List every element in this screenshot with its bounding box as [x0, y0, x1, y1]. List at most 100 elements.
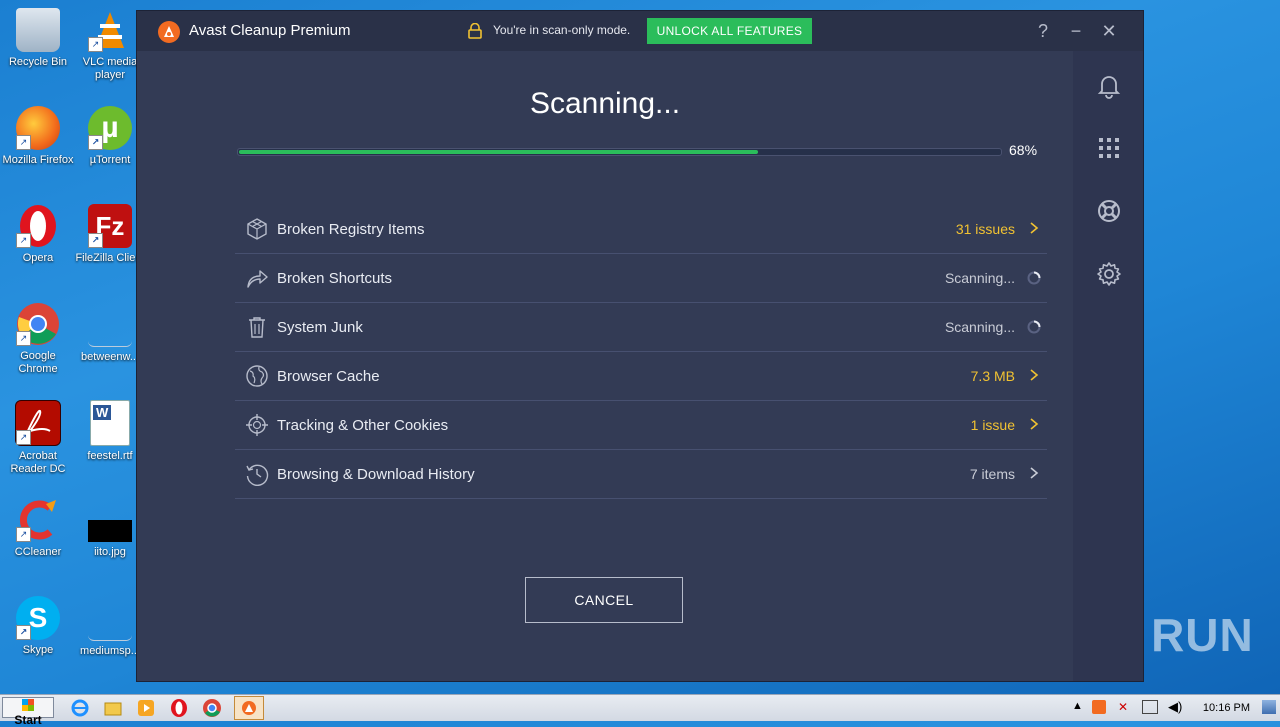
- scan-item-status: 7.3 MB: [970, 368, 1015, 384]
- trash-icon: [249, 317, 265, 338]
- scan-item-broken-registry[interactable]: Broken Registry Items 31 issues: [235, 205, 1047, 254]
- skype-icon: S ↗: [16, 596, 60, 640]
- scan-item-system-junk[interactable]: System Junk Scanning...: [235, 303, 1047, 352]
- loading-spinner-icon: [1027, 320, 1041, 334]
- desktop-icon-recycle-bin[interactable]: Recycle Bin: [0, 8, 76, 69]
- minimize-button[interactable]: −: [1064, 19, 1088, 43]
- scan-progress-percent: 68%: [1009, 142, 1038, 158]
- history-clock-icon: [246, 464, 269, 486]
- crosshair-icon: [246, 414, 268, 436]
- network-icon[interactable]: [1142, 700, 1158, 714]
- desktop-icon-label: mediumsp...: [80, 645, 140, 657]
- ccleaner-icon: ↗: [16, 498, 60, 542]
- scan-item-label: Browser Cache: [277, 368, 380, 385]
- app-title: Avast Cleanup Premium: [189, 22, 351, 39]
- vlc-cone-icon: ↗: [88, 8, 132, 52]
- desktop-icon-label: Mozilla Firefox: [2, 154, 74, 166]
- opera-taskbar-icon[interactable]: [169, 698, 191, 718]
- scan-item-label: Broken Shortcuts: [277, 270, 393, 287]
- desktop-icon-label: iito.jpg: [94, 546, 126, 558]
- scan-item-label: Tracking & Other Cookies: [277, 417, 449, 434]
- settings-gear-icon[interactable]: [1095, 260, 1123, 288]
- explorer-folder-icon[interactable]: [103, 698, 125, 718]
- scan-item-status: 7 items: [969, 466, 1015, 482]
- scan-results-list: Broken Registry Items 31 issues Broken S…: [235, 205, 1047, 499]
- globe-icon: [246, 365, 268, 387]
- desktop-icon-label: Opera: [22, 252, 54, 264]
- show-desktop-icon[interactable]: [1262, 700, 1276, 714]
- desktop-icon-label: betweenw...: [80, 351, 140, 363]
- scan-item-browsing-history[interactable]: Browsing & Download History 7 items: [235, 450, 1047, 499]
- cube-icon: [247, 218, 267, 240]
- chevron-right-icon: [1030, 467, 1039, 479]
- taskbar-clock[interactable]: 10:16 PM: [1203, 702, 1250, 714]
- scan-progress-fill: [239, 150, 758, 154]
- desktop-icon-opera[interactable]: ↗ Opera: [0, 204, 76, 265]
- bell-icon[interactable]: [1095, 71, 1123, 99]
- avast-tray-icon[interactable]: [1092, 700, 1106, 714]
- scan-item-status: Scanning...: [944, 270, 1015, 286]
- right-sidebar: [1073, 51, 1143, 681]
- start-button[interactable]: Start: [2, 697, 54, 727]
- desktop-icon-firefox[interactable]: ↗ Mozilla Firefox: [0, 106, 76, 167]
- desktop-icon-skype[interactable]: S ↗ Skype: [0, 596, 76, 657]
- action-center-icon[interactable]: ✕: [1118, 700, 1132, 714]
- media-player-icon[interactable]: [136, 698, 158, 718]
- desktop-icon-label: CCleaner: [14, 546, 62, 558]
- title-bar: Avast Cleanup Premium You're in scan-onl…: [137, 11, 1143, 51]
- chevron-right-icon: [1030, 418, 1039, 430]
- scan-item-status: 31 issues: [955, 221, 1015, 237]
- avast-logo-icon: [158, 21, 180, 43]
- scan-item-status: 1 issue: [970, 417, 1015, 433]
- scan-item-browser-cache[interactable]: Browser Cache 7.3 MB: [235, 352, 1047, 401]
- chrome-taskbar-icon[interactable]: [202, 698, 224, 718]
- file-icon: [88, 596, 132, 641]
- acrobat-icon: ↗: [15, 400, 61, 446]
- desktop-icon-ccleaner[interactable]: ↗ CCleaner: [0, 498, 76, 559]
- desktop-icon-label: Skype: [22, 644, 54, 656]
- show-hidden-icons-icon[interactable]: ▲: [1072, 700, 1083, 712]
- scan-progress-bar: [237, 148, 1002, 156]
- desktop-icon-chrome[interactable]: ↗ Google Chrome: [0, 302, 76, 376]
- scan-item-label: Browsing & Download History: [277, 466, 475, 483]
- recycle-bin-icon: [16, 8, 60, 52]
- desktop-icon-label: feestel.rtf: [87, 450, 133, 462]
- scanning-heading: Scanning...: [529, 87, 681, 120]
- volume-icon[interactable]: ◀): [1168, 699, 1182, 715]
- chevron-right-icon: [1030, 369, 1039, 381]
- avast-cleanup-window: Avast Cleanup Premium You're in scan-onl…: [137, 11, 1143, 681]
- desktop-icon-label: Recycle Bin: [8, 56, 68, 68]
- unlock-all-features-button[interactable]: UNLOCK ALL FEATURES: [647, 18, 812, 44]
- desktop-icon-acrobat[interactable]: ↗ Acrobat Reader DC: [0, 400, 76, 476]
- start-label: Start: [14, 713, 42, 727]
- lock-icon: [468, 23, 482, 39]
- scan-item-status: Scanning...: [944, 319, 1015, 335]
- scan-item-tracking-cookies[interactable]: Tracking & Other Cookies 1 issue: [235, 401, 1047, 450]
- desktop-icon-label: Google Chrome: [18, 350, 58, 375]
- system-tray: ▲ ✕ ◀) 10:16 PM: [1070, 695, 1280, 721]
- desktop-icon-label: µTorrent: [89, 154, 131, 166]
- scan-item-label: System Junk: [277, 319, 363, 336]
- filezilla-icon: Fz ↗: [88, 204, 132, 248]
- image-file-icon: [88, 520, 132, 542]
- word-document-icon: W: [90, 400, 130, 446]
- desktop-icon-label: FileZilla Client: [75, 252, 145, 264]
- chrome-icon: ↗: [16, 302, 60, 346]
- avast-taskbar-button[interactable]: [234, 696, 264, 720]
- scan-item-label: Broken Registry Items: [277, 221, 425, 238]
- utorrent-icon: µ ↗: [88, 106, 132, 150]
- apps-grid-icon[interactable]: [1095, 134, 1123, 162]
- chevron-right-icon: [1030, 222, 1039, 234]
- ie-icon[interactable]: [70, 698, 92, 718]
- lifebuoy-icon[interactable]: [1095, 197, 1123, 225]
- windows-logo-icon: [22, 699, 34, 711]
- taskbar: Start ▲ ✕ ◀) 10:16 PM: [0, 694, 1280, 727]
- scan-only-notice: You're in scan-only mode.: [493, 23, 631, 37]
- close-button[interactable]: ✕: [1097, 19, 1121, 43]
- file-icon: [88, 302, 132, 347]
- opera-icon: ↗: [16, 204, 60, 248]
- cancel-button[interactable]: CANCEL: [525, 577, 683, 623]
- help-button[interactable]: ?: [1031, 19, 1055, 43]
- scan-item-broken-shortcuts[interactable]: Broken Shortcuts Scanning...: [235, 254, 1047, 303]
- desktop-icon-label: Acrobat Reader DC: [10, 450, 66, 475]
